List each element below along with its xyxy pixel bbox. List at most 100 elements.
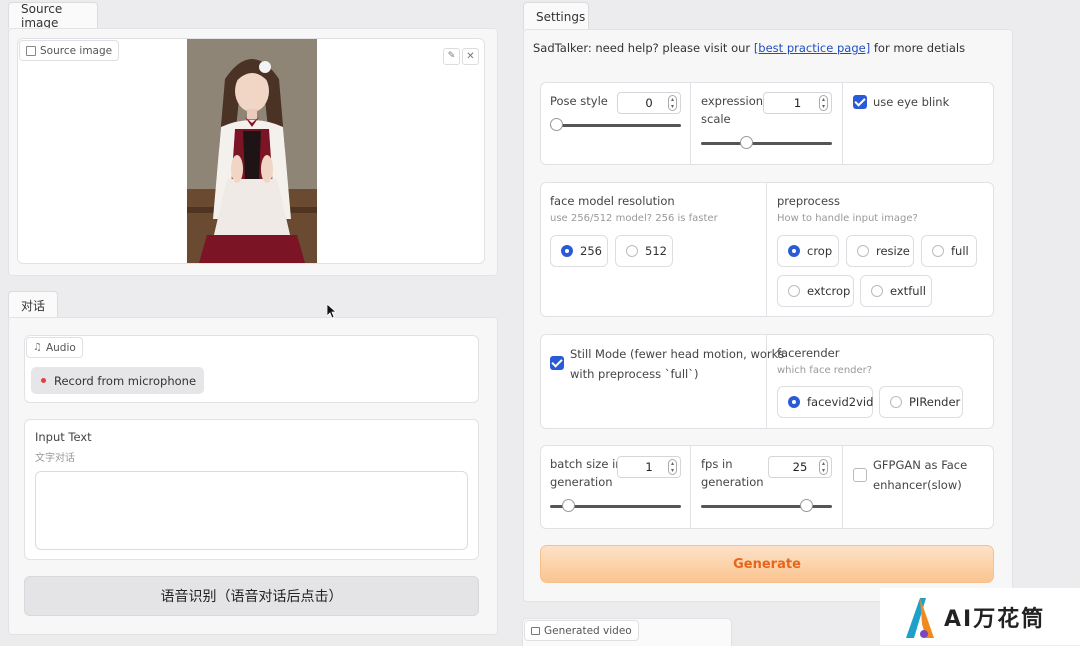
expression-scale-value: 1	[793, 96, 802, 110]
face-res-label: face model resolution	[550, 194, 675, 208]
divider	[690, 446, 691, 528]
expression-scale-input[interactable]: 1 ▴ ▾	[763, 92, 832, 114]
recognize-button[interactable]: 语音识别（语音对话后点击）	[24, 576, 479, 616]
source-image-chip: Source image	[19, 40, 120, 61]
radio-256[interactable]: 256	[550, 235, 608, 267]
radio-crop[interactable]: crop	[777, 235, 839, 267]
generated-video-chip: Generated video	[524, 620, 639, 641]
radio-dot	[857, 245, 869, 257]
preprocess-label: preprocess	[777, 194, 841, 208]
eye-blink-checkbox[interactable]	[853, 95, 867, 109]
spinner-icon[interactable]: ▴ ▾	[819, 95, 828, 111]
gfpgan-label-2: enhancer(slow)	[873, 478, 962, 492]
input-text-hint: 文字对话	[35, 453, 75, 464]
radio-512[interactable]: 512	[615, 235, 673, 267]
gfpgan-checkbox[interactable]	[853, 468, 867, 482]
still-mode-checkbox[interactable]	[550, 356, 564, 370]
tab-source-image[interactable]: Source image	[8, 2, 98, 30]
radio-512-label: 512	[645, 244, 667, 258]
still-mode-label-2: with preprocess `full`)	[570, 367, 699, 381]
tab-settings[interactable]: Settings	[523, 2, 589, 30]
video-camera-icon	[531, 626, 540, 635]
spinner-icon[interactable]: ▴ ▾	[668, 95, 677, 111]
fps-input[interactable]: 25 ▴ ▾	[768, 456, 832, 478]
batch-size-label-1: batch size in	[550, 457, 623, 471]
batch-size-value: 1	[645, 460, 653, 474]
preprocess-hint: How to handle input image?	[777, 213, 918, 224]
radio-resize-label: resize	[876, 244, 910, 258]
divider	[690, 83, 691, 164]
divider	[842, 83, 843, 164]
divider	[842, 446, 843, 528]
audio-chip: ♫ Audio	[26, 337, 83, 358]
radio-extcrop[interactable]: extcrop	[777, 275, 854, 307]
expression-scale-label-1: expression	[701, 94, 764, 108]
expression-scale-slider[interactable]	[701, 136, 832, 149]
radio-dot	[871, 285, 883, 297]
music-note-icon: ♫	[33, 342, 42, 353]
close-icon[interactable]: ✕	[462, 48, 479, 65]
record-button[interactable]: Record from microphone	[31, 367, 205, 394]
radio-dot	[932, 245, 944, 257]
expression-scale-label-2: scale	[701, 112, 731, 126]
radio-extfull[interactable]: extfull	[860, 275, 932, 307]
radio-resize[interactable]: resize	[846, 235, 914, 267]
generated-video-chip-label: Generated video	[544, 624, 632, 637]
source-image-chip-label: Source image	[40, 44, 113, 57]
tab-dialog[interactable]: 对话	[8, 291, 58, 318]
pose-style-slider[interactable]	[550, 118, 681, 131]
watermark-text: AI万花筒	[944, 606, 1046, 632]
best-practice-link[interactable]: [best practice page]	[754, 41, 870, 55]
radio-dot-selected	[788, 245, 800, 257]
batch-size-slider[interactable]	[550, 499, 681, 512]
radio-facevid2vid-label: facevid2vid	[807, 395, 874, 409]
fps-slider-thumb[interactable]	[800, 499, 813, 512]
portrait-svg	[187, 39, 317, 263]
pose-style-label: Pose style	[550, 94, 608, 108]
radio-pirender-label: PIRender	[909, 395, 961, 409]
radio-facevid2vid[interactable]: facevid2vid	[777, 386, 873, 418]
help-text-prefix: SadTalker: need help? please visit our	[533, 41, 754, 55]
radio-dot	[788, 285, 800, 297]
radio-dot-selected	[788, 396, 800, 408]
image-icon	[26, 45, 36, 56]
batch-size-label-2: generation	[550, 475, 613, 489]
radio-full-label: full	[951, 244, 969, 258]
record-button-label: Record from microphone	[54, 373, 197, 388]
eye-blink-label: use eye blink	[873, 95, 950, 109]
pose-style-input[interactable]: 0 ▴ ▾	[617, 92, 681, 114]
fps-label-1: fps in	[701, 457, 733, 471]
gfpgan-label-1: GFPGAN as Face	[873, 458, 968, 472]
radio-full[interactable]: full	[921, 235, 977, 267]
radio-extcrop-label: extcrop	[807, 284, 851, 298]
still-mode-label-1: Still Mode (fewer head motion, works	[570, 347, 785, 361]
source-portrait-image	[187, 39, 317, 263]
radio-crop-label: crop	[807, 244, 833, 258]
edit-icon[interactable]: ✎	[443, 48, 460, 65]
face-res-hint: use 256/512 model? 256 is faster	[550, 213, 718, 224]
help-text: SadTalker: need help? please visit our […	[533, 41, 965, 55]
pose-style-slider-thumb[interactable]	[550, 118, 563, 131]
fps-value: 25	[792, 460, 808, 474]
radio-extfull-label: extfull	[890, 284, 926, 298]
record-dot-icon	[41, 378, 46, 383]
batch-size-input[interactable]: 1 ▴ ▾	[617, 456, 681, 478]
facerender-label: facerender	[777, 346, 840, 360]
batch-size-slider-thumb[interactable]	[562, 499, 575, 512]
pose-style-value: 0	[645, 96, 653, 110]
spinner-icon[interactable]: ▴ ▾	[819, 459, 828, 475]
spinner-icon[interactable]: ▴ ▾	[668, 459, 677, 475]
watermark-logo-icon	[906, 597, 934, 638]
watermark: AI万花筒	[880, 588, 1080, 645]
radio-dot	[626, 245, 638, 257]
radio-256-label: 256	[580, 244, 602, 258]
expression-scale-slider-thumb[interactable]	[740, 136, 753, 149]
fps-slider[interactable]	[701, 499, 832, 512]
divider	[766, 183, 767, 316]
input-text-field[interactable]	[35, 471, 468, 550]
facerender-hint: which face render?	[777, 365, 873, 376]
radio-pirender[interactable]: PIRender	[879, 386, 963, 418]
generate-button[interactable]: Generate	[540, 545, 994, 583]
radio-dot-selected	[561, 245, 573, 257]
help-text-suffix: for more detials	[870, 41, 966, 55]
